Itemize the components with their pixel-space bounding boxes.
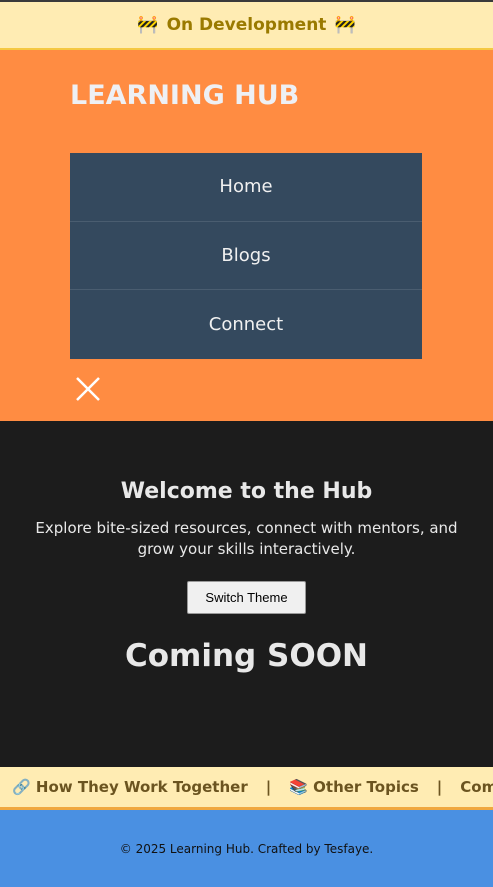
site-header: LEARNING HUB Home Blogs Connect [0, 50, 493, 421]
link-icon: 🔗 [12, 778, 31, 796]
ticker-item[interactable]: Coming SOON [460, 778, 493, 796]
construction-icon: 🚧 [334, 15, 356, 35]
ticker-item[interactable]: 📚 Other Topics [289, 778, 419, 796]
hero: Welcome to the Hub Explore bite-sized re… [0, 421, 493, 767]
nav-blogs[interactable]: Blogs [70, 222, 422, 290]
topic-ticker: 🔗 How They Work Together | 📚 Other Topic… [0, 767, 493, 810]
banner-text: On Development [166, 15, 327, 35]
hero-description: Explore bite-sized resources, connect wi… [35, 519, 458, 558]
hero-title: Welcome to the Hub [120, 479, 373, 504]
switch-theme-button[interactable]: Switch Theme [187, 581, 306, 614]
logo[interactable]: LEARNING HUB [70, 80, 299, 111]
nav-connect[interactable]: Connect [70, 290, 422, 359]
close-icon[interactable] [75, 376, 101, 402]
development-banner: 🚧 On Development 🚧 [0, 2, 493, 50]
footer: © 2025 Learning Hub. Crafted by Tesfaye. [0, 810, 493, 887]
separator: | [265, 778, 272, 796]
construction-icon: 🚧 [137, 15, 159, 35]
separator: | [436, 778, 443, 796]
coming-soon-heading: Coming SOON [124, 638, 368, 674]
nav-menu: Home Blogs Connect [70, 153, 422, 359]
ticker-item[interactable]: 🔗 How They Work Together [12, 778, 248, 796]
footer-text: © 2025 Learning Hub. Crafted by Tesfaye. [119, 841, 374, 856]
books-icon: 📚 [289, 778, 308, 796]
nav-home[interactable]: Home [70, 153, 422, 222]
